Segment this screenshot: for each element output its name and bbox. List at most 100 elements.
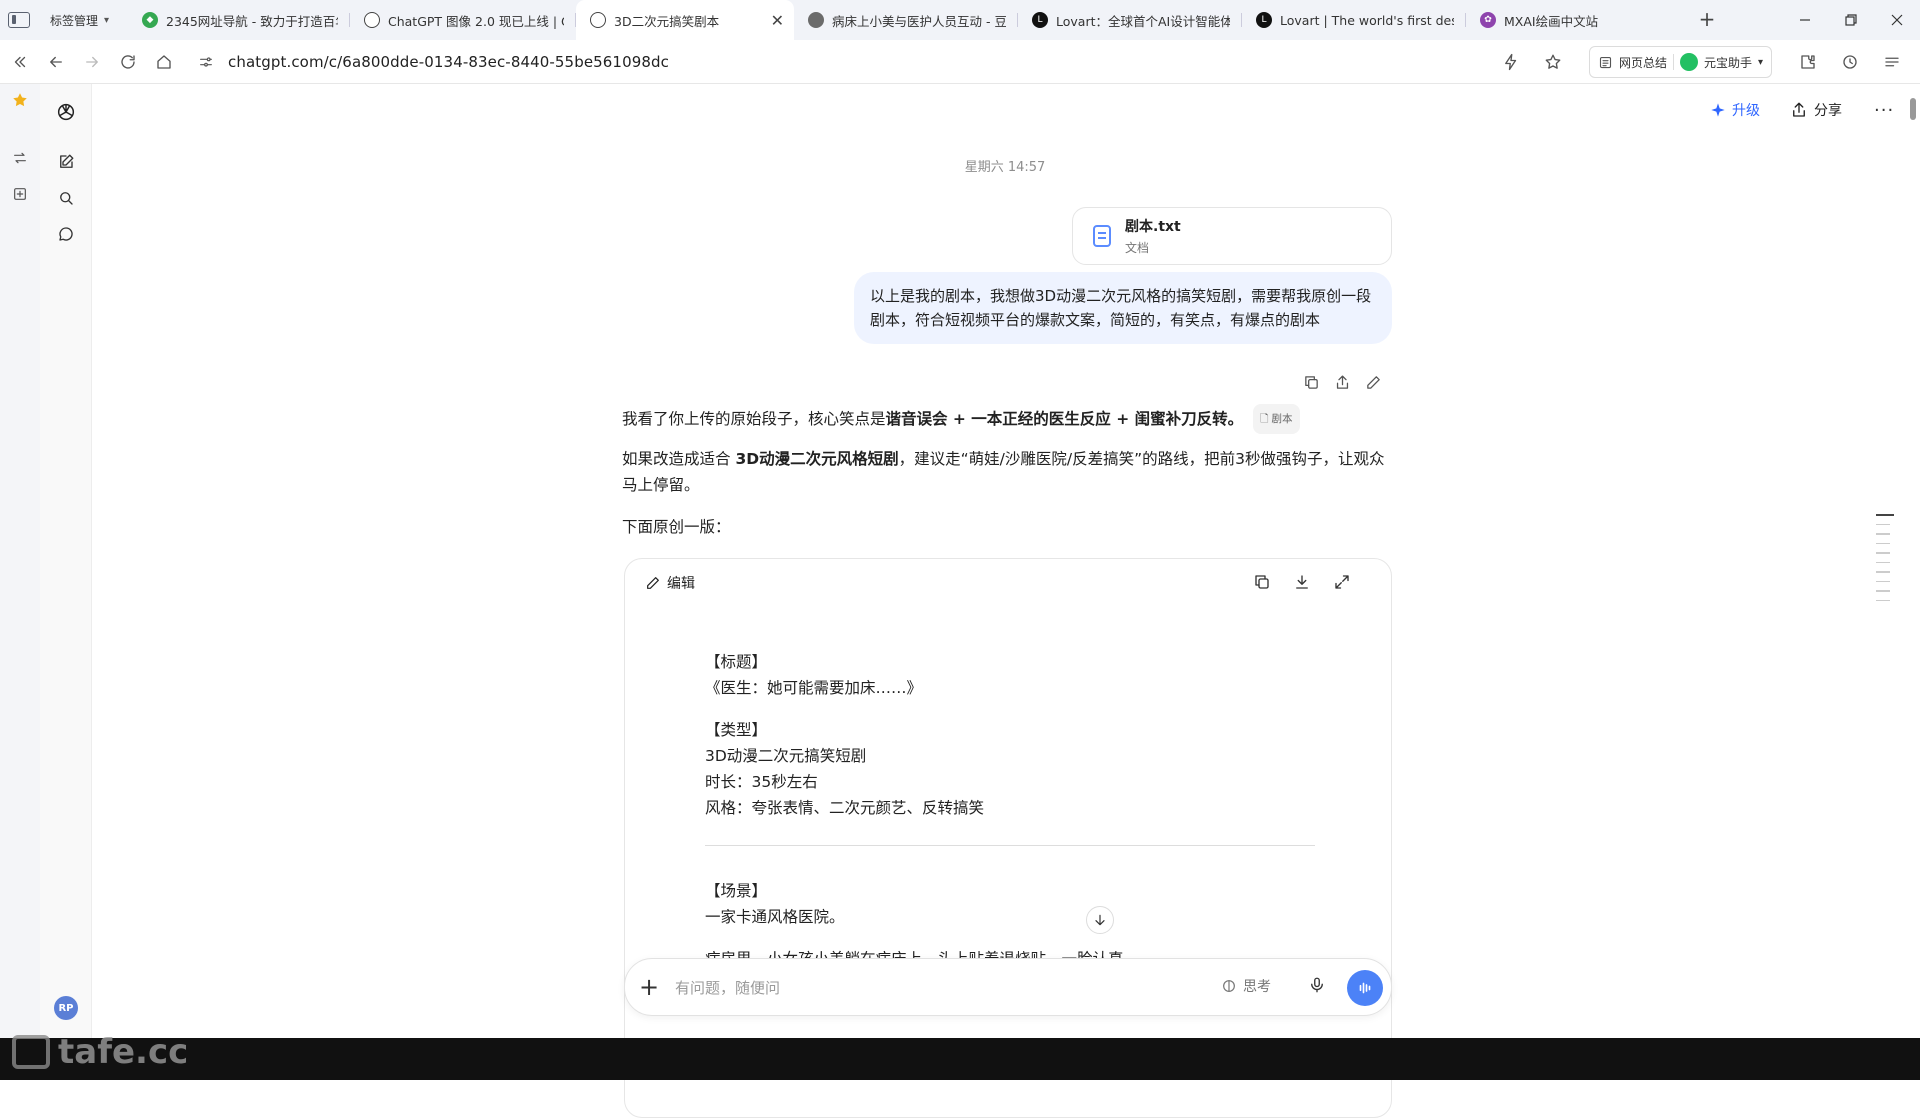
url-field[interactable]: chatgpt.com/c/6a800dde-0134-83ec-8440-55… xyxy=(198,46,1588,78)
tab-title: ChatGPT 图像 2.0 现已上线 | Op xyxy=(388,13,564,29)
upgrade-label: 升级 xyxy=(1732,103,1760,119)
restore-button[interactable] xyxy=(1828,0,1874,40)
yuanbao-assistant-button[interactable]: 元宝助手 xyxy=(1704,54,1752,71)
switch-icon[interactable] xyxy=(10,148,30,168)
share-icon[interactable] xyxy=(1334,374,1351,391)
extension-icon xyxy=(1801,55,1815,69)
history-button[interactable] xyxy=(1832,44,1868,80)
page-scrollbar[interactable] xyxy=(1906,84,1920,1038)
collapse-sidebar-button[interactable] xyxy=(2,44,38,80)
tab-doubao[interactable]: 病床上小美与医护人员互动 - 豆包 xyxy=(794,0,1018,40)
section-line: 一家卡通风格医院。 xyxy=(705,908,845,926)
close-tab-icon[interactable]: ✕ xyxy=(771,11,784,30)
tab-title: 3D二次元搞笑剧本 xyxy=(614,13,720,29)
browser-sidebar xyxy=(0,84,40,1038)
sidebar-toggle-icon[interactable] xyxy=(8,12,30,28)
new-tab-button[interactable]: + xyxy=(1695,8,1719,32)
tab-favicon-icon xyxy=(808,12,824,28)
reply-text: 我看了你上传的原始段子，核心笑点是 xyxy=(622,410,886,428)
tab-title: 2345网址导航 - 致力于打造百年 xyxy=(166,13,338,29)
source-chip-label: 剧本 xyxy=(1271,413,1293,425)
bottom-strip xyxy=(0,1038,1920,1080)
share-label: 分享 xyxy=(1814,103,1842,119)
reload-button[interactable] xyxy=(110,44,146,80)
tab-title: Lovart：全球首个AI设计智能体 xyxy=(1056,13,1230,29)
section-line: 时长：35秒左右 xyxy=(705,773,818,791)
close-icon xyxy=(1891,14,1903,26)
site-settings-icon xyxy=(200,57,212,67)
message-timestamp: 星期六 14:57 xyxy=(964,160,1046,175)
canvas-copy-icon[interactable] xyxy=(1253,573,1271,591)
yuanbao-icon xyxy=(1679,53,1698,71)
scroll-to-bottom-button[interactable] xyxy=(1086,906,1114,934)
favorites-icon[interactable] xyxy=(10,90,30,110)
source-chip[interactable]: 🗋 剧本 xyxy=(1253,404,1300,434)
copy-icon[interactable] xyxy=(1303,374,1320,391)
mxai-icon: ✿ xyxy=(1480,12,1496,28)
tab-2345[interactable]: ◆ 2345网址导航 - 致力于打造百年 xyxy=(128,0,350,40)
edit-icon[interactable] xyxy=(1365,374,1382,391)
close-window-button[interactable] xyxy=(1874,0,1920,40)
think-label: 思考 xyxy=(1243,979,1271,995)
forward-button[interactable] xyxy=(74,44,110,80)
bookmark-button[interactable] xyxy=(1535,44,1571,80)
extensions-button[interactable] xyxy=(1790,44,1826,80)
reply-bold: 谐音误会 + 一本正经的医生反应 + 闺蜜补刀反转。 xyxy=(885,410,1244,428)
page-summary-button[interactable]: 网页总结 xyxy=(1619,54,1667,71)
lovart-icon: L xyxy=(1256,12,1272,28)
section-line: 3D动漫二次元搞笑短剧 xyxy=(705,747,867,765)
user-message-actions xyxy=(1303,374,1382,391)
tab-lovart-en[interactable]: L Lovart | The world's first desig xyxy=(1242,0,1466,40)
openai-logo-icon[interactable] xyxy=(54,100,78,124)
minimize-button[interactable] xyxy=(1782,0,1828,40)
tab-lovart-cn[interactable]: L Lovart：全球首个AI设计智能体 xyxy=(1018,0,1242,40)
add-attachment-button[interactable]: + xyxy=(639,973,659,1001)
lightbulb-icon xyxy=(1223,980,1235,992)
chats-icon[interactable] xyxy=(54,222,78,246)
boost-button[interactable] xyxy=(1493,44,1529,80)
tab-title: MXAI绘画中文站 xyxy=(1504,13,1599,29)
back-button[interactable] xyxy=(38,44,74,80)
openai-icon xyxy=(364,12,380,28)
menu-button[interactable] xyxy=(1874,44,1910,80)
arrow-left-icon xyxy=(50,56,62,67)
edit-label: 编辑 xyxy=(667,576,695,592)
attachment-card[interactable]: 剧本.txt 文档 xyxy=(1072,207,1392,265)
microphone-icon[interactable] xyxy=(1308,976,1326,994)
message-composer[interactable]: + 有问题，随便问 思考 xyxy=(624,958,1392,1016)
lightning-icon xyxy=(1505,53,1517,71)
history-icon xyxy=(1843,55,1857,69)
scrollbar-thumb[interactable] xyxy=(1910,98,1916,120)
expand-icon[interactable] xyxy=(1333,573,1351,591)
conversation-minimap[interactable] xyxy=(1876,514,1894,609)
tab-manager-label: 标签管理 xyxy=(50,13,99,28)
section-line: 《医生：她可能需要加床……》 xyxy=(705,679,923,697)
home-button[interactable] xyxy=(146,44,182,80)
arrow-down-icon xyxy=(1095,914,1105,926)
tab-active-script[interactable]: 3D二次元搞笑剧本 ✕ xyxy=(576,0,794,40)
more-options-icon[interactable]: ··· xyxy=(1874,100,1894,121)
tab-mxai[interactable]: ✿ MXAI绘画中文站 xyxy=(1466,0,1666,40)
tab-chatgpt-image[interactable]: ChatGPT 图像 2.0 现已上线 | Op xyxy=(350,0,576,40)
download-icon[interactable] xyxy=(1293,573,1311,591)
avatar[interactable]: RP xyxy=(54,996,78,1020)
tab-group-manager[interactable]: 标签管理 ▾ xyxy=(0,12,128,29)
user-message: 以上是我的剧本，我想做3D动漫二次元风格的搞笑短剧，需要帮我原创一段剧本，符合短… xyxy=(854,272,1392,344)
new-chat-icon[interactable] xyxy=(54,150,78,174)
watermark-text: tafe.cc xyxy=(58,1032,189,1072)
pencil-icon xyxy=(647,577,659,589)
reload-icon xyxy=(121,54,135,69)
composer-input[interactable]: 有问题，随便问 xyxy=(675,977,780,998)
edit-button[interactable]: 编辑 xyxy=(645,573,695,593)
attachment-name: 剧本.txt xyxy=(1125,219,1181,235)
attachment-type: 文档 xyxy=(1125,241,1150,255)
search-icon[interactable] xyxy=(54,186,78,210)
share-button[interactable]: 分享 xyxy=(1790,100,1842,120)
chat-main: 升级 分享 ··· 星期六 14:57 剧本.txt 文档 以上是我的剧本，我想… xyxy=(92,84,1910,1118)
lovart-icon: L xyxy=(1032,12,1048,28)
document-icon xyxy=(1093,225,1111,247)
add-panel-icon[interactable] xyxy=(10,184,30,204)
upgrade-button[interactable]: 升级 xyxy=(1710,100,1760,120)
think-toggle[interactable]: 思考 xyxy=(1221,976,1271,996)
voice-mode-button[interactable] xyxy=(1347,970,1383,1006)
